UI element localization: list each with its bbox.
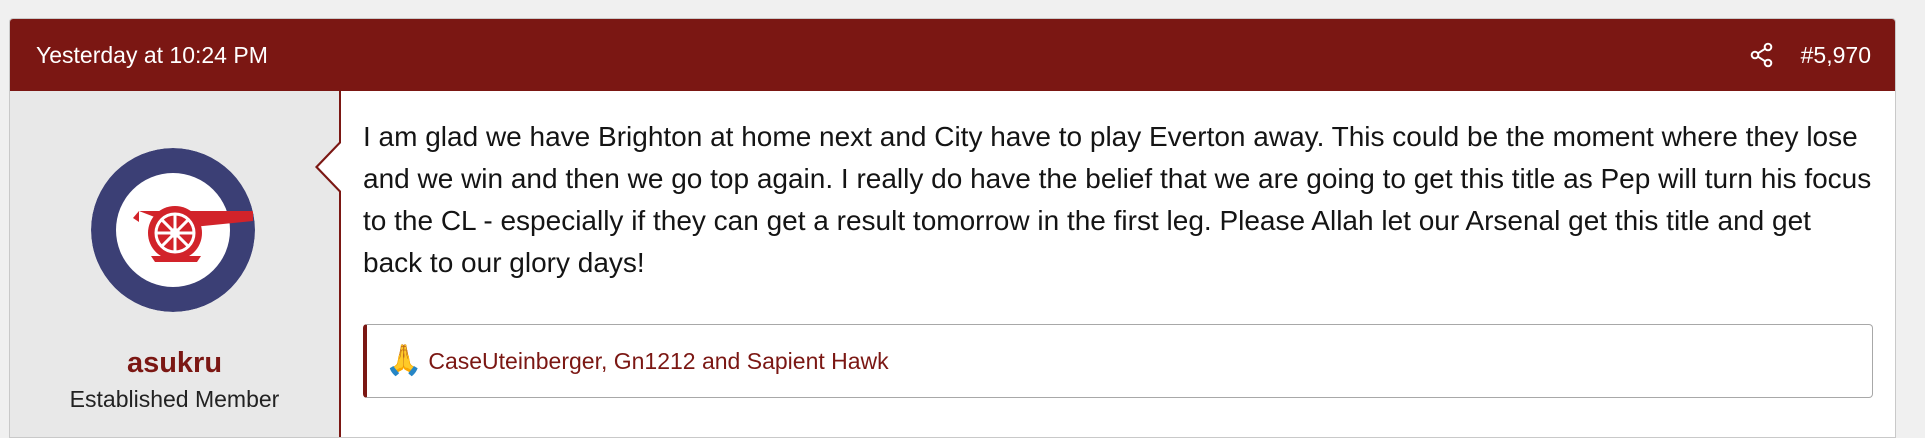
praying-hands-icon: 🙏 xyxy=(385,344,423,377)
username-link[interactable]: asukru xyxy=(10,347,339,380)
reactions-users-link[interactable]: CaseUteinberger, Gn1212 and Sapient Hawk xyxy=(428,348,888,375)
message-body: I am glad we have Brighton at home next … xyxy=(363,121,1872,278)
user-info-panel: asukru Established Member xyxy=(10,91,341,437)
post-number-link[interactable]: #5,970 xyxy=(1801,42,1871,69)
forum-post: Yesterday at 10:24 PM #5,970 asukru Esta… xyxy=(9,18,1896,438)
post-header: Yesterday at 10:24 PM #5,970 xyxy=(10,19,1895,91)
post-timestamp[interactable]: Yesterday at 10:24 PM xyxy=(36,42,268,69)
arsenal-cannon-logo-icon xyxy=(91,148,255,312)
user-title: Established Member xyxy=(69,386,280,412)
post-header-actions: #5,970 xyxy=(1749,42,1871,69)
reactions-bar[interactable]: 🙏 CaseUteinberger, Gn1212 and Sapient Ha… xyxy=(363,324,1873,398)
share-icon[interactable] xyxy=(1749,42,1775,68)
avatar[interactable] xyxy=(91,148,255,312)
speech-arrow-fill xyxy=(318,143,341,191)
